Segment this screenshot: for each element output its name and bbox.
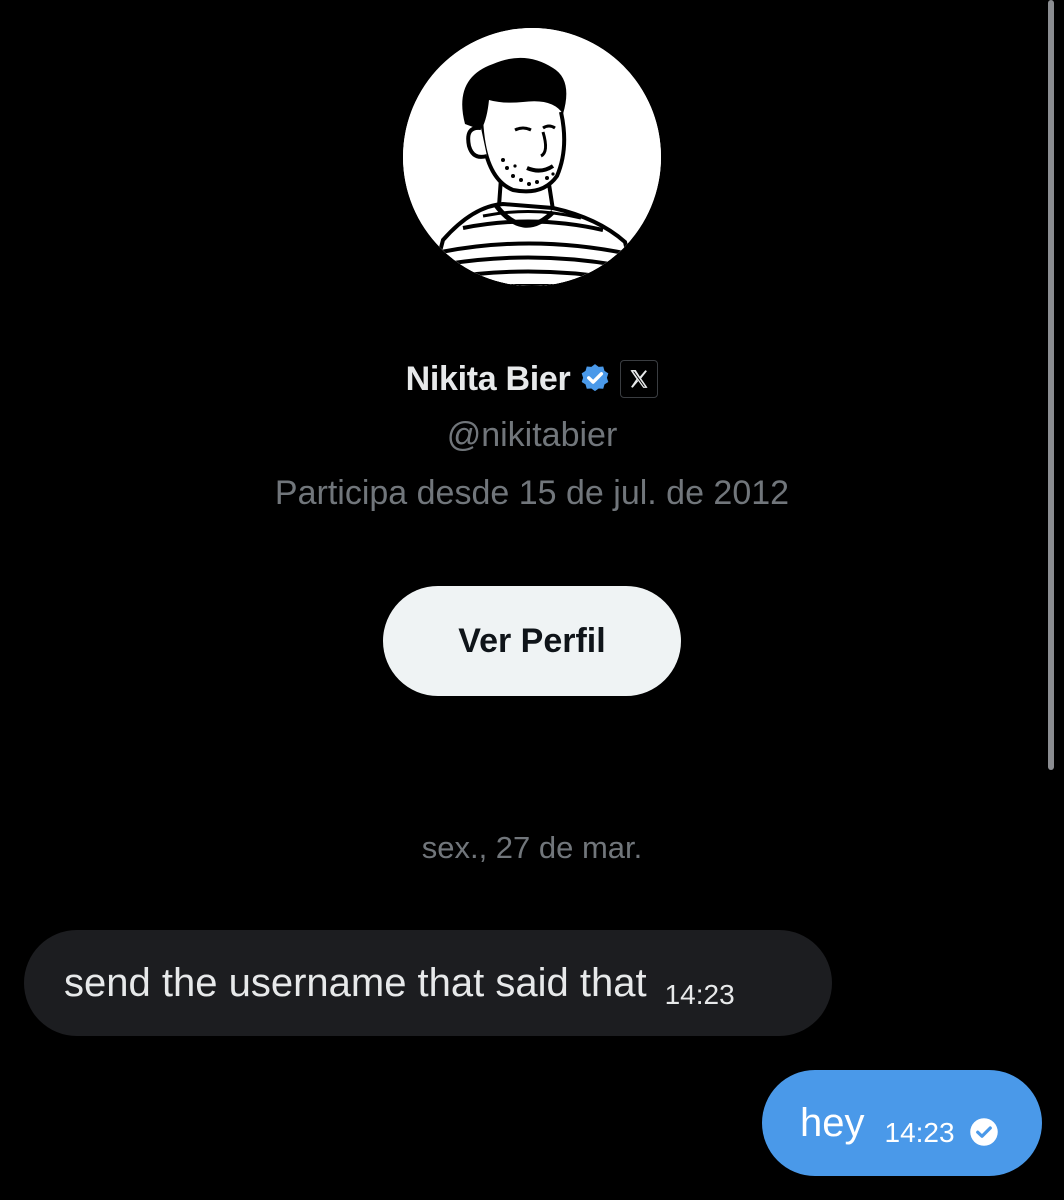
message-text: hey: [800, 1100, 865, 1145]
affiliate-badge: [620, 360, 659, 398]
join-date: Participa desde 15 de jul. de 2012: [274, 474, 790, 512]
view-profile-button[interactable]: Ver Perfil: [383, 586, 681, 696]
message-time: 14:23: [664, 979, 735, 1010]
profile-name: Nikita Bier: [405, 359, 571, 398]
profile-name-row: Nikita Bier: [0, 356, 1064, 402]
avatar[interactable]: [403, 28, 661, 286]
message-time: 14:23: [884, 1117, 955, 1148]
message-outgoing[interactable]: hey 14:23: [762, 1070, 1042, 1176]
message-text: send the username that said that: [64, 960, 647, 1005]
verified-badge-icon: [582, 364, 609, 392]
avatar-illustration: [403, 28, 661, 286]
message-incoming[interactable]: send the username that said that 14:23: [24, 930, 832, 1036]
read-check-icon: [969, 1118, 998, 1146]
profile-handle: @nikitabier: [446, 416, 618, 454]
x-logo-icon: [630, 370, 649, 388]
date-separator: sex., 27 de mar.: [421, 830, 643, 865]
